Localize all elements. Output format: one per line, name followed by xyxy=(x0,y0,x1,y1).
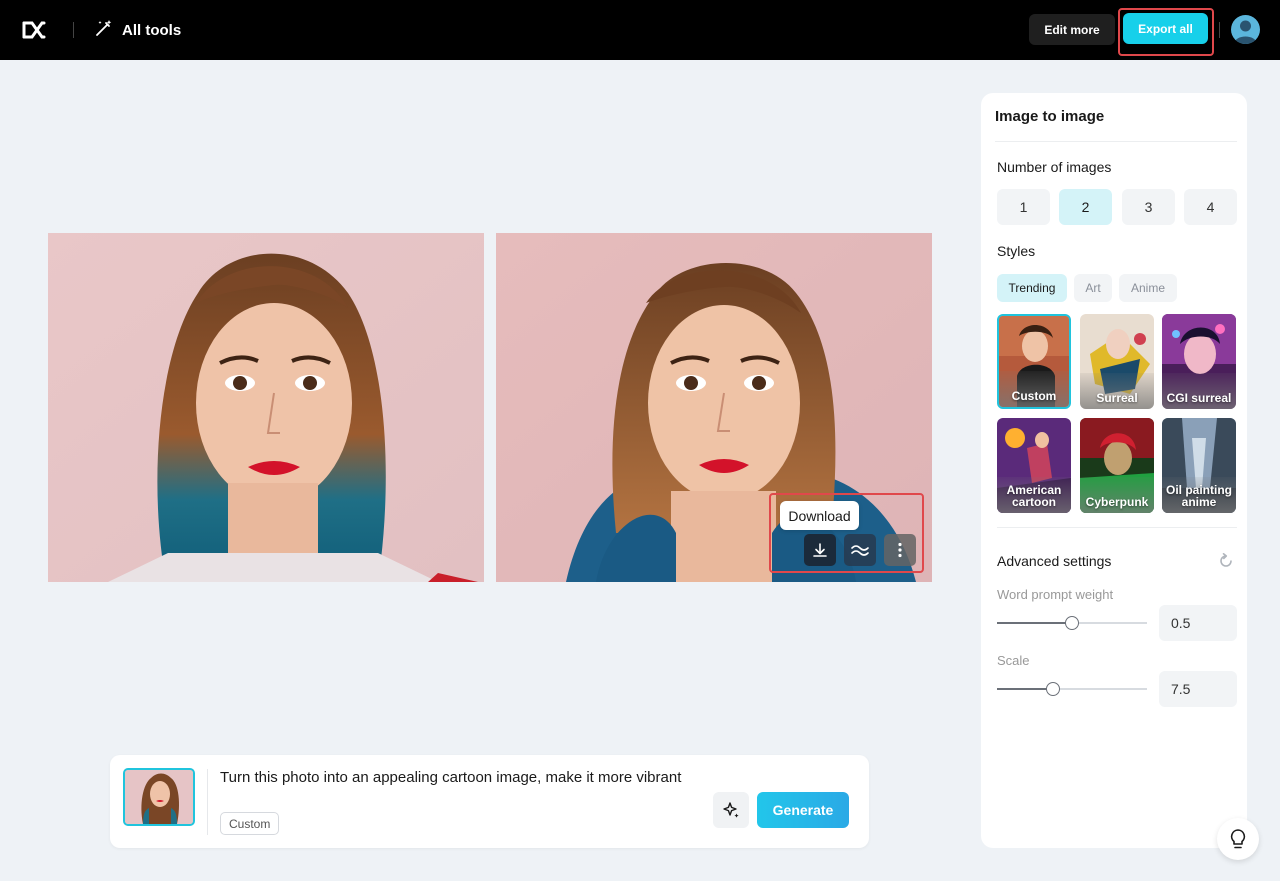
variations-button[interactable] xyxy=(844,534,876,566)
slider-fill xyxy=(997,688,1053,690)
help-button[interactable] xyxy=(1217,818,1259,860)
word-prompt-weight-slider[interactable] xyxy=(997,616,1147,630)
tab-anime[interactable]: Anime xyxy=(1119,274,1177,302)
all-tools-label: All tools xyxy=(122,21,182,39)
style-chip[interactable]: Custom xyxy=(220,812,280,835)
settings-panel: Image to image Number of images 1 2 3 4 … xyxy=(981,93,1247,848)
slider-thumb[interactable] xyxy=(1046,682,1060,696)
word-prompt-weight-label: Word prompt weight xyxy=(997,587,1114,602)
header-divider-right xyxy=(1219,22,1220,38)
tab-trending[interactable]: Trending xyxy=(997,274,1067,302)
prompt-divider xyxy=(207,769,208,835)
slider-thumb[interactable] xyxy=(1065,616,1079,630)
style-tile-cgi-surreal[interactable]: CGI surreal xyxy=(1162,314,1236,409)
advanced-settings-label: Advanced settings xyxy=(997,553,1112,569)
style-tile-american-cartoon[interactable]: American cartoon xyxy=(997,418,1071,513)
scale-input[interactable]: 7.5 xyxy=(1159,671,1237,707)
result-image-1[interactable] xyxy=(48,233,484,582)
reference-image-thumbnail[interactable] xyxy=(123,768,195,826)
generate-button[interactable]: Generate xyxy=(757,792,849,828)
export-all-button[interactable]: Export all xyxy=(1123,13,1208,44)
style-tile-label: CGI surreal xyxy=(1162,373,1236,409)
word-prompt-weight-input[interactable]: 0.5 xyxy=(1159,605,1237,641)
capcut-logo-icon[interactable] xyxy=(20,16,48,44)
edit-more-button[interactable]: Edit more xyxy=(1029,14,1115,45)
top-bar: All tools Edit more Export all xyxy=(0,0,1280,60)
scale-label: Scale xyxy=(997,653,1030,668)
number-option-2[interactable]: 2 xyxy=(1059,189,1112,225)
number-of-images-label: Number of images xyxy=(997,159,1112,175)
more-options-button[interactable] xyxy=(884,534,916,566)
enhance-prompt-button[interactable] xyxy=(713,792,749,828)
slider-fill xyxy=(997,622,1072,624)
prompt-input[interactable]: Turn this photo into an appealing cartoo… xyxy=(220,768,710,788)
more-vertical-icon xyxy=(898,542,902,558)
magic-wand-icon xyxy=(94,18,114,42)
number-option-1[interactable]: 1 xyxy=(997,189,1050,225)
user-avatar[interactable] xyxy=(1231,15,1260,44)
download-tooltip: Download xyxy=(780,501,859,530)
sparkle-icon xyxy=(723,802,739,818)
wave-icon xyxy=(851,545,869,556)
style-tile-label: Oil painting anime xyxy=(1162,477,1236,513)
style-tile-custom[interactable]: Custom xyxy=(997,314,1071,409)
style-tile-label: Cyberpunk xyxy=(1080,477,1154,513)
prompt-bar: Turn this photo into an appealing cartoo… xyxy=(110,755,869,848)
styles-label: Styles xyxy=(997,243,1036,259)
number-option-3[interactable]: 3 xyxy=(1122,189,1175,225)
tab-art[interactable]: Art xyxy=(1074,274,1112,302)
style-tile-label: Surreal xyxy=(1080,373,1154,409)
all-tools-button[interactable]: All tools xyxy=(94,18,181,42)
lightbulb-icon xyxy=(1230,829,1246,849)
reset-icon[interactable] xyxy=(1217,552,1235,570)
style-tile-label: American cartoon xyxy=(997,477,1071,513)
panel-divider xyxy=(997,527,1237,528)
download-button[interactable] xyxy=(804,534,836,566)
download-icon xyxy=(813,543,827,557)
panel-title: Image to image xyxy=(995,108,1105,125)
style-tile-label: Custom xyxy=(999,371,1069,407)
scale-slider[interactable] xyxy=(997,682,1147,696)
header-divider xyxy=(73,22,74,38)
style-tile-cyberpunk[interactable]: Cyberpunk xyxy=(1080,418,1154,513)
number-option-4[interactable]: 4 xyxy=(1184,189,1237,225)
style-tile-surreal[interactable]: Surreal xyxy=(1080,314,1154,409)
style-tile-oil-painting-anime[interactable]: Oil painting anime xyxy=(1162,418,1236,513)
panel-divider xyxy=(995,141,1237,142)
